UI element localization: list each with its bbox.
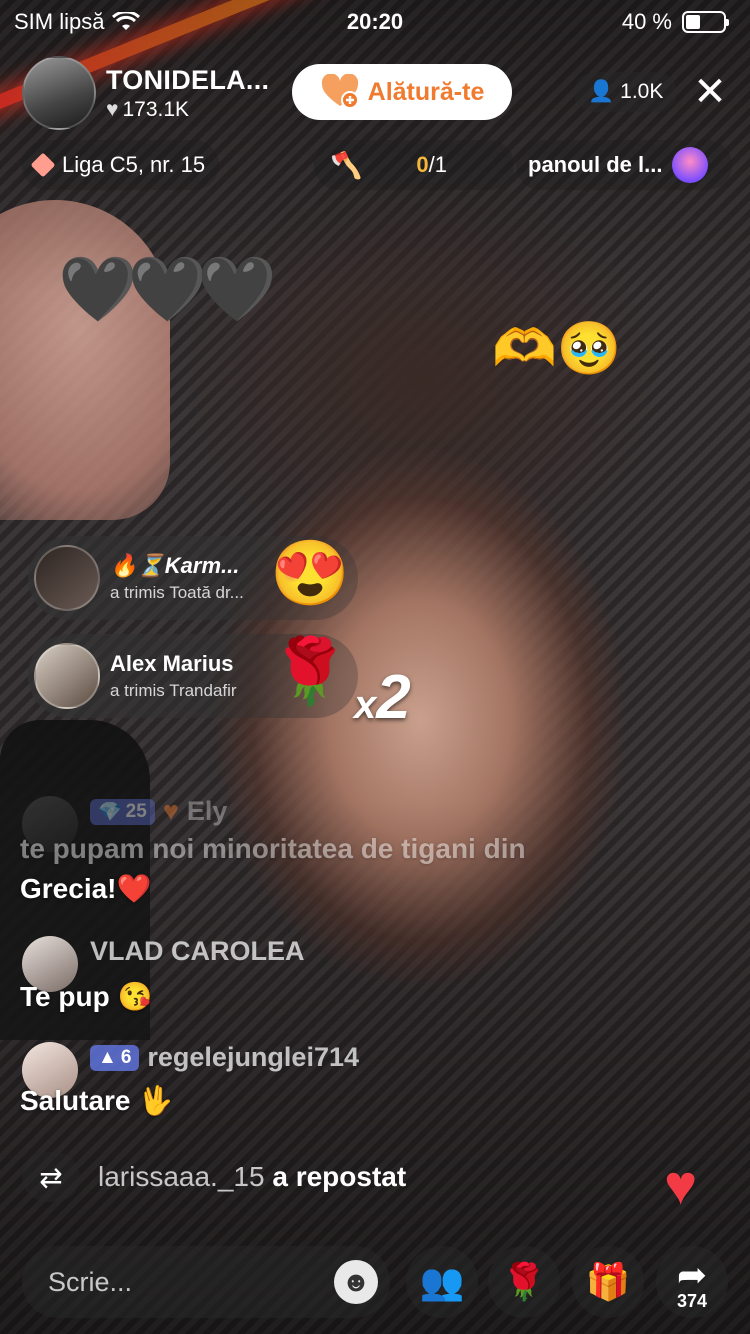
goal-counter: 0/1 (416, 152, 447, 177)
person-icon: 👤 (588, 80, 615, 103)
goal-pill[interactable]: 🪓 0/1 (314, 140, 514, 190)
comment-text: te pupam noi minoritatea de tigani din G… (20, 833, 526, 904)
viewer-count-label: 1.0K (620, 80, 664, 103)
share-button[interactable]: ➦ 374 (656, 1246, 728, 1318)
people-icon: 👥 (419, 1261, 465, 1302)
league-label: Liga C5, nr. 15 (62, 152, 206, 177)
commenter-username: 💎 25 ♥ Ely (90, 796, 526, 827)
rose-icon: 🌹 (501, 1261, 547, 1302)
floating-emojis: 🫶🥹 (492, 320, 622, 378)
share-arrow-icon: ➦ (676, 1254, 708, 1295)
repost-action: a repostat (272, 1161, 407, 1192)
commenter-username: VLAD CAROLEA (90, 936, 305, 966)
bottom-bar: Scrie... ☻ 👥 🌹 🎁 ➦ 374 (22, 1246, 732, 1318)
gift-description: a trimis Trandafir (110, 681, 237, 700)
gifter-avatar[interactable] (34, 643, 100, 709)
gift-description: a trimis Toată dr... (110, 583, 244, 602)
repost-notice: ⇄ larissaaa._15 a repostat (22, 1152, 406, 1202)
rose-gift-button[interactable]: 🌹 (488, 1246, 560, 1318)
trophy-icon (672, 147, 709, 183)
diamond-icon (30, 152, 56, 178)
gifter-avatar[interactable] (34, 545, 100, 611)
gift-button[interactable]: 🎁 (572, 1246, 644, 1318)
host-name: TONIDELA... (106, 64, 270, 95)
axe-icon: 🪓 (330, 149, 363, 180)
floating-black-hearts: 🖤🖤🖤 (58, 253, 277, 325)
heart-badge-icon: ♥ (162, 796, 179, 826)
multi-guest-button[interactable]: 👥 (406, 1246, 478, 1318)
rose-icon: 🌹 (270, 635, 350, 707)
comment[interactable]: ▲ 6 regelejunglei714 Salutare 🖖 (20, 1042, 359, 1121)
gem-icon: 💎 (98, 801, 122, 823)
join-button-label: Alătură-te (367, 77, 485, 106)
league-badge[interactable]: Liga C5, nr. 15 (22, 140, 220, 190)
wifi-icon (112, 12, 141, 30)
close-icon: ✕ (693, 70, 727, 114)
comment-placeholder: Scrie... (48, 1266, 133, 1297)
gifter-name: 🔥⏳Karm... (110, 553, 240, 578)
host-likes: ♥ 173.1K (106, 98, 269, 122)
close-button[interactable]: ✕ (688, 72, 732, 116)
level-badge: 💎 25 (90, 798, 155, 825)
info-row: Liga C5, nr. 15 🪓 0/1 panoul de l... (22, 140, 732, 190)
comment-input[interactable]: Scrie... ☻ (22, 1246, 390, 1318)
viewer-count[interactable]: 👤 1.0K (574, 72, 678, 112)
repost-icon: ⇄ (22, 1152, 80, 1202)
gift-box-icon: 🎁 (585, 1261, 631, 1302)
comment[interactable]: 💎 25 ♥ Ely te pupam noi minoritatea de ti… (20, 796, 526, 909)
emoji-icon[interactable]: ☻ (334, 1260, 378, 1304)
gift-heart-icon: 😍 (270, 537, 350, 609)
comment[interactable]: VLAD CAROLEA Te pup 😘 (20, 936, 305, 1017)
heart-plus-icon (321, 74, 359, 109)
join-button[interactable]: Alătură-te (292, 64, 512, 120)
gifter-name: Alex Marius (110, 651, 234, 676)
host-avatar[interactable] (22, 56, 96, 130)
leaderboard-label: panoul de l... (528, 152, 663, 177)
status-bar: SIM lipsă 20:20 40 % (0, 0, 750, 44)
commenter-username: ▲ 6 regelejunglei714 (90, 1042, 359, 1073)
leaderboard-pill[interactable]: panoul de l... (516, 140, 732, 190)
triangle-icon: ▲ (98, 1046, 117, 1068)
gift-combo-count: x2 (354, 663, 411, 732)
host-profile[interactable]: TONIDELA... ♥ 173.1K (22, 56, 269, 130)
share-count: 374 (676, 1291, 708, 1311)
host-likes-count: 173.1K (122, 97, 190, 121)
battery-percent: 40 % (621, 9, 672, 34)
battery-icon (682, 11, 729, 33)
heart-icon: ♥ (106, 97, 119, 121)
like-heart-icon[interactable]: ♥ (664, 1152, 697, 1217)
carrier-label: SIM lipsă (14, 9, 105, 34)
comment-text: Salutare 🖖 (20, 1085, 174, 1116)
level-badge: ▲ 6 (90, 1044, 140, 1071)
repost-user: larissaaa._15 (98, 1161, 265, 1192)
comment-text: Te pup 😘 (20, 981, 153, 1012)
